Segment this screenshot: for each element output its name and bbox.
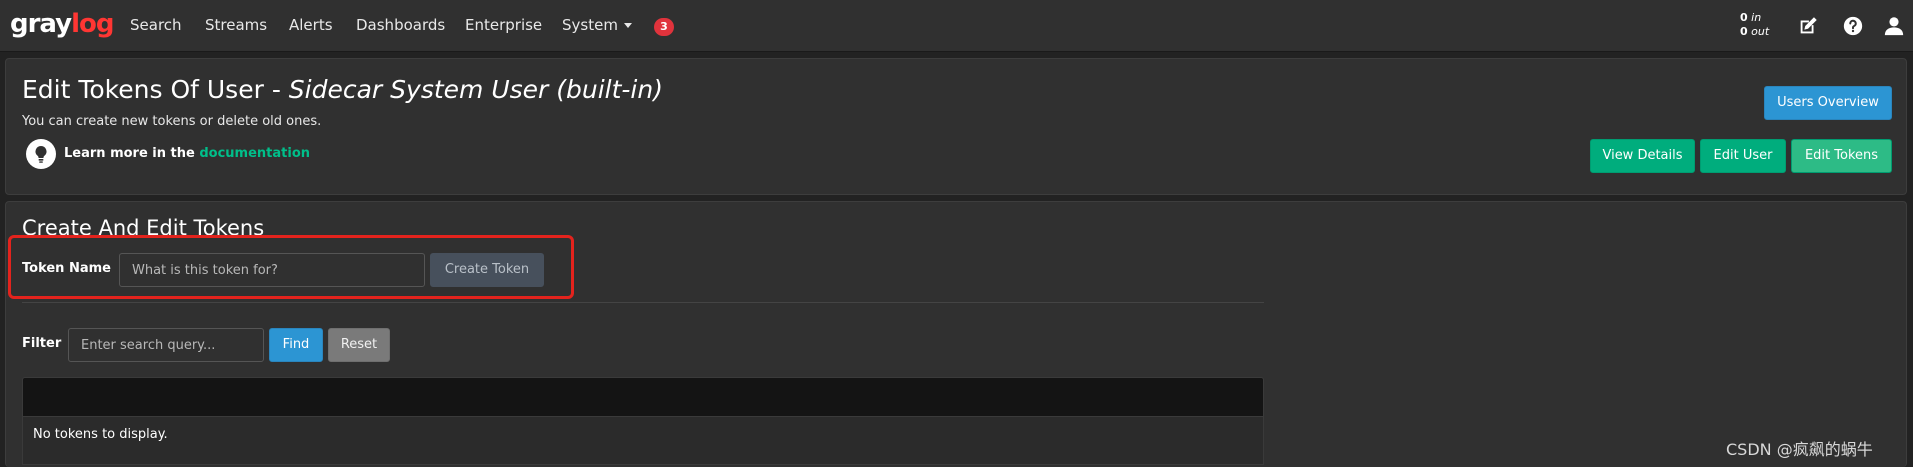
throughput-out-label: out: [1751, 25, 1770, 38]
nav-streams[interactable]: Streams: [205, 0, 267, 51]
lightbulb-icon: [26, 139, 56, 169]
help-icon[interactable]: [1842, 15, 1864, 37]
throughput-out-value: 0: [1740, 25, 1748, 38]
nav-system-label: System: [562, 16, 618, 34]
user-icon[interactable]: [1883, 15, 1905, 37]
documentation-link[interactable]: documentation: [199, 146, 310, 161]
find-button[interactable]: Find: [269, 328, 323, 362]
empty-tokens-message: No tokens to display.: [33, 427, 168, 442]
nav-search[interactable]: Search: [130, 0, 182, 51]
chevron-down-icon: [623, 23, 632, 28]
graylog-logo[interactable]: graylog: [10, 9, 115, 39]
tokens-table-header: [22, 377, 1264, 417]
throughput-in-label: in: [1751, 11, 1762, 24]
top-navbar: graylog Search Streams Alerts Dashboards…: [0, 0, 1913, 52]
tokens-table-body: No tokens to display.: [22, 417, 1264, 465]
section-title: Create And Edit Tokens: [22, 216, 265, 240]
learn-more-text: Learn more in the documentation: [64, 146, 311, 161]
edit-user-button[interactable]: Edit User: [1700, 139, 1786, 173]
nav-alerts[interactable]: Alerts: [289, 0, 333, 51]
edit-icon[interactable]: [1797, 15, 1819, 37]
token-name-input[interactable]: [119, 253, 425, 287]
watermark: CSDN @疯飙的蜗牛: [1726, 440, 1873, 459]
token-name-label: Token Name: [22, 261, 111, 276]
view-details-button[interactable]: View Details: [1590, 139, 1695, 173]
page-header-panel: Edit Tokens Of User - Sidecar System Use…: [5, 58, 1907, 195]
nav-enterprise[interactable]: Enterprise: [465, 0, 542, 51]
filter-label: Filter: [22, 336, 62, 351]
nav-dashboards[interactable]: Dashboards: [356, 0, 445, 51]
throughput-indicator[interactable]: 0 in 0 out: [1740, 11, 1769, 39]
create-token-button[interactable]: Create Token: [430, 253, 544, 287]
nav-system[interactable]: System: [562, 0, 632, 51]
reset-button[interactable]: Reset: [328, 328, 390, 362]
throughput-in-value: 0: [1740, 11, 1748, 24]
users-overview-button[interactable]: Users Overview: [1764, 86, 1892, 120]
page-title: Edit Tokens Of User - Sidecar System Use…: [22, 75, 663, 104]
filter-input[interactable]: [68, 328, 264, 362]
divider: [22, 302, 1264, 303]
notification-badge[interactable]: 3: [654, 18, 674, 36]
page-title-user: Sidecar System User (built-in): [288, 75, 663, 104]
page-subtitle: You can create new tokens or delete old …: [22, 114, 322, 129]
edit-tokens-button[interactable]: Edit Tokens: [1791, 139, 1892, 173]
tokens-panel: Create And Edit Tokens Token Name Create…: [5, 201, 1907, 467]
